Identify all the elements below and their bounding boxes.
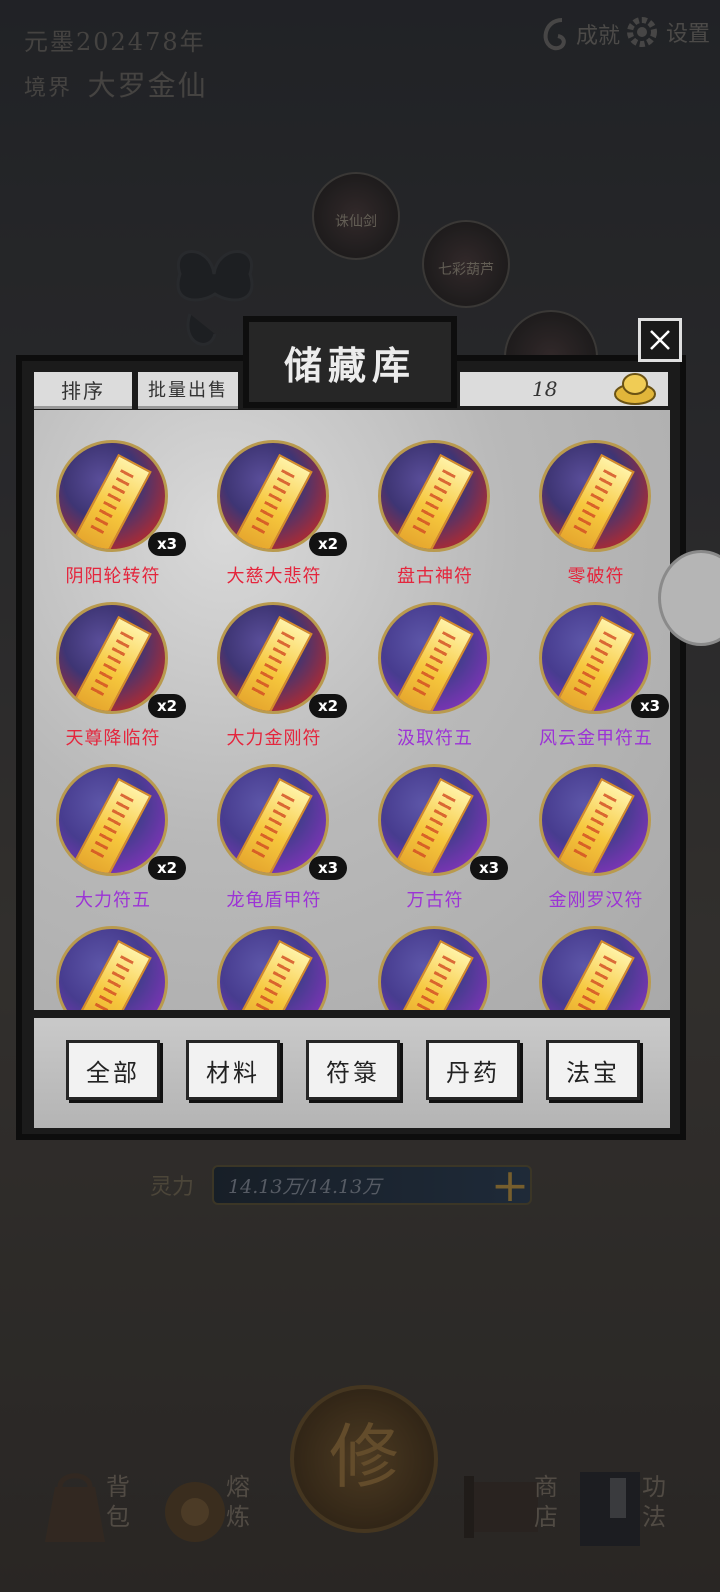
storage-item[interactable]: x2 大力金刚符 bbox=[199, 598, 349, 758]
item-name: 大慈大悲符 bbox=[226, 566, 322, 587]
item-name: 金刚罗汉符 bbox=[548, 890, 644, 911]
storage-item[interactable] bbox=[521, 922, 670, 1010]
item-name: 大力金刚符 bbox=[226, 728, 322, 749]
talisman-paper-icon bbox=[394, 615, 474, 711]
talisman-paper-icon bbox=[555, 777, 635, 873]
item-name: 大力符五 bbox=[75, 890, 151, 911]
category-tabs: 全部 材料 符箓 丹药 法宝 bbox=[34, 1018, 670, 1128]
item-name: 天尊降临符 bbox=[65, 728, 161, 749]
talisman-icon bbox=[378, 602, 490, 714]
tab-all[interactable]: 全部 bbox=[66, 1040, 160, 1100]
storage-item[interactable] bbox=[360, 922, 510, 1010]
item-grid[interactable]: x3 阴阳轮转符 x2 大慈大悲符 盘古神符 零破符 x2 天尊降临符 x2 大力金刚符 汲取符五 x… bbox=[34, 410, 670, 1010]
talisman-paper-icon bbox=[72, 777, 152, 873]
talisman-icon bbox=[378, 440, 490, 552]
modal-title: 储藏库 bbox=[283, 342, 416, 388]
talisman-paper-icon bbox=[394, 939, 474, 1010]
talisman-paper-icon bbox=[394, 777, 474, 873]
tab-pills[interactable]: 丹药 bbox=[426, 1040, 520, 1100]
talisman-paper-icon bbox=[555, 939, 635, 1010]
quantity-badge: x2 bbox=[148, 694, 186, 718]
quantity-badge: x3 bbox=[631, 694, 669, 718]
talisman-icon bbox=[539, 440, 651, 552]
quantity-badge: x3 bbox=[470, 856, 508, 880]
sort-button[interactable]: 排序 bbox=[34, 372, 132, 409]
talisman-icon bbox=[539, 926, 651, 1010]
item-name: 龙龟盾甲符 bbox=[226, 890, 322, 911]
storage-item[interactable]: x2 大力符五 bbox=[38, 760, 188, 920]
storage-item[interactable]: x3 风云金甲符五 bbox=[521, 598, 670, 758]
bulk-sell-label: 批量出售 bbox=[148, 380, 228, 401]
item-name: 风云金甲符五 bbox=[539, 728, 653, 749]
talisman-paper-icon bbox=[72, 453, 152, 549]
talisman-paper-icon bbox=[72, 939, 152, 1010]
item-name: 零破符 bbox=[567, 566, 625, 587]
tab-label: 法宝 bbox=[566, 1058, 620, 1087]
storage-item[interactable] bbox=[38, 922, 188, 1010]
close-icon bbox=[650, 330, 670, 350]
talisman-paper-icon bbox=[394, 453, 474, 549]
talisman-icon bbox=[539, 764, 651, 876]
item-name: 盘古神符 bbox=[397, 566, 473, 587]
tab-materials[interactable]: 材料 bbox=[186, 1040, 280, 1100]
storage-item[interactable]: x2 大慈大悲符 bbox=[199, 436, 349, 596]
storage-item[interactable]: 零破符 bbox=[521, 436, 670, 596]
storage-item[interactable]: x3 龙龟盾甲符 bbox=[199, 760, 349, 920]
quantity-badge: x3 bbox=[148, 532, 186, 556]
talisman-paper-icon bbox=[233, 453, 313, 549]
storage-item[interactable] bbox=[199, 922, 349, 1010]
storage-item[interactable]: x3 阴阳轮转符 bbox=[38, 436, 188, 596]
item-name: 汲取符五 bbox=[397, 728, 473, 749]
talisman-paper-icon bbox=[555, 615, 635, 711]
gold-ingot-icon bbox=[614, 373, 656, 405]
talisman-icon bbox=[56, 926, 168, 1010]
sort-label: 排序 bbox=[61, 378, 105, 403]
storage-item[interactable]: x2 天尊降临符 bbox=[38, 598, 188, 758]
talisman-icon bbox=[217, 926, 329, 1010]
talisman-paper-icon bbox=[233, 939, 313, 1010]
quantity-badge: x2 bbox=[309, 694, 347, 718]
talisman-paper-icon bbox=[233, 615, 313, 711]
bulk-sell-button[interactable]: 批量出售 bbox=[138, 372, 238, 409]
storage-item[interactable]: x3 万古符 bbox=[360, 760, 510, 920]
quantity-badge: x3 bbox=[309, 856, 347, 880]
quantity-badge: x2 bbox=[148, 856, 186, 880]
talisman-paper-icon bbox=[555, 453, 635, 549]
quantity-badge: x2 bbox=[309, 532, 347, 556]
storage-item[interactable]: 汲取符五 bbox=[360, 598, 510, 758]
item-name: 阴阳轮转符 bbox=[65, 566, 161, 587]
tab-label: 符箓 bbox=[326, 1058, 380, 1087]
close-button[interactable] bbox=[638, 318, 682, 362]
talisman-paper-icon bbox=[72, 615, 152, 711]
tab-talismans[interactable]: 符箓 bbox=[306, 1040, 400, 1100]
tab-label: 材料 bbox=[206, 1058, 260, 1087]
talisman-paper-icon bbox=[233, 777, 313, 873]
tab-treasures[interactable]: 法宝 bbox=[546, 1040, 640, 1100]
tab-label: 全部 bbox=[86, 1058, 140, 1087]
storage-item[interactable]: 金刚罗汉符 bbox=[521, 760, 670, 920]
modal-title-box: 储藏库 bbox=[243, 316, 457, 408]
talisman-icon bbox=[378, 926, 490, 1010]
currency-amount: 18 bbox=[532, 377, 558, 401]
tab-label: 丹药 bbox=[446, 1058, 500, 1087]
currency-box: 18 bbox=[460, 372, 668, 406]
storage-item[interactable]: 盘古神符 bbox=[360, 436, 510, 596]
item-name: 万古符 bbox=[406, 890, 464, 911]
